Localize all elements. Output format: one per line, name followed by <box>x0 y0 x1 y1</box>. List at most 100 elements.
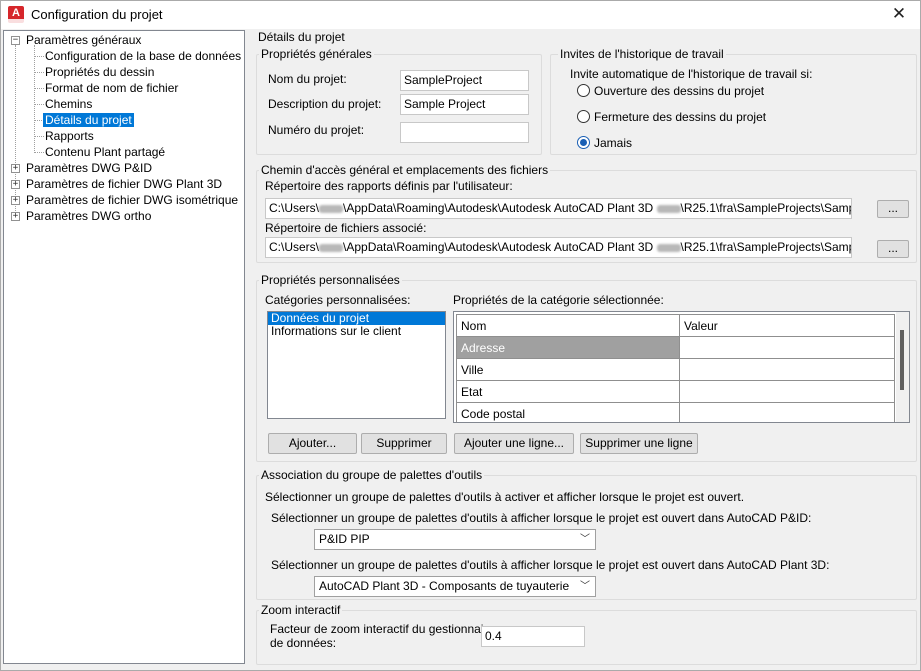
tree-item-format-nom-fichier[interactable]: Format de nom de fichier <box>45 80 178 96</box>
add-category-button[interactable]: Ajouter... <box>268 433 357 454</box>
properties-grid[interactable]: Nom Valeur Adresse Ville Etat Code posta… <box>453 311 910 423</box>
tree-item-parametres-generaux[interactable]: Paramètres généraux <box>26 32 141 48</box>
files-dir-field[interactable]: C:\Users\ \AppData\Roaming\Autodesk\Autod… <box>265 237 852 258</box>
tree-item-rapports[interactable]: Rapports <box>45 128 94 144</box>
plant-palette-select[interactable]: AutoCAD Plant 3D - Composants de tuyaute… <box>314 576 596 597</box>
tree-item-label: Configuration de la base de données <box>45 49 242 63</box>
settings-tree[interactable]: − Paramètres généraux Configuration de l… <box>3 30 245 664</box>
tree-item-label: Rapports <box>45 129 94 143</box>
path-part: \AppData\Roaming\Autodesk\Autodesk AutoC… <box>343 201 654 215</box>
tree-item-label: Paramètres de fichier DWG Plant 3D <box>26 177 223 191</box>
redacted-username <box>319 204 344 213</box>
zoom-factor-field[interactable]: 0.4 <box>481 626 585 647</box>
tree-item-label: Format de nom de fichier <box>45 81 179 95</box>
tool-palettes-intro: Sélectionner un groupe de palettes d'out… <box>265 490 745 504</box>
chevron-down-icon: ﹀ <box>580 534 590 545</box>
files-dir-label: Répertoire de fichiers associé: <box>265 221 427 235</box>
tree-item-dwg-iso[interactable]: Paramètres de fichier DWG isométrique <box>26 192 238 208</box>
project-number-field[interactable] <box>400 122 529 143</box>
category-props-label: Propriétés de la catégorie sélectionnée: <box>453 293 664 307</box>
pid-palette-value: P&ID PIP <box>319 532 370 546</box>
project-description-field[interactable]: Sample Project <box>400 94 529 115</box>
tree-item-label: Paramètres DWG ortho <box>26 209 152 223</box>
tree-item-details-projet[interactable]: Détails du projet <box>43 112 134 128</box>
paths-title: Chemin d'accès général et emplacements d… <box>259 163 551 177</box>
tree-item-contenu-plant[interactable]: Contenu Plant partagé <box>45 144 165 160</box>
path-part: C:\Users\ <box>269 201 320 215</box>
section-heading: Détails du projet <box>258 30 345 44</box>
table-row[interactable]: Code postal <box>456 402 895 422</box>
project-number-label: Numéro du projet: <box>268 123 365 137</box>
browse-reports-button[interactable]: ... <box>877 200 909 218</box>
reports-dir-label: Répertoire des rapports définis par l'ut… <box>265 179 513 193</box>
app-icon-letter: A <box>12 7 20 19</box>
vertical-scrollbar[interactable] <box>896 312 909 422</box>
project-name-field[interactable]: SampleProject <box>400 70 529 91</box>
grid-header: Nom Valeur <box>456 314 895 337</box>
pid-palette-select[interactable]: P&ID PIP ﹀ <box>314 529 596 550</box>
window-title: Configuration du projet <box>31 7 163 22</box>
close-button[interactable]: ✕ <box>888 4 910 24</box>
expand-icon[interactable]: + <box>11 196 20 205</box>
general-properties-title: Propriétés générales <box>259 47 374 61</box>
delete-category-button[interactable]: Supprimer <box>361 433 447 454</box>
radio-open-drawings-label: Ouverture des dessins du projet <box>594 84 765 98</box>
project-description-label: Description du projet: <box>268 97 382 111</box>
tree-item-dwg-pid[interactable]: Paramètres DWG P&ID <box>26 160 152 176</box>
list-item[interactable]: Informations sur le client <box>268 325 445 338</box>
tree-item-dwg-plant3d[interactable]: Paramètres de fichier DWG Plant 3D <box>26 176 222 192</box>
path-part: C:\Users\ <box>269 240 320 254</box>
expand-icon[interactable]: + <box>11 180 20 189</box>
zoom-group <box>256 610 917 665</box>
radio-open-drawings[interactable] <box>577 84 590 97</box>
table-row[interactable]: Adresse <box>456 336 895 359</box>
chevron-down-icon: ﹀ <box>580 581 590 592</box>
table-row[interactable]: Etat <box>456 380 895 403</box>
tree-item-label: Paramètres de fichier DWG isométrique <box>26 193 239 207</box>
radio-close-drawings-label: Fermeture des dessins du projet <box>594 110 767 124</box>
path-part: \R25.1\fra\SampleProjects\SampleProj <box>680 201 851 215</box>
tree-item-chemins[interactable]: Chemins <box>45 96 92 112</box>
reports-dir-field[interactable]: C:\Users\ \AppData\Roaming\Autodesk\Autod… <box>265 198 852 219</box>
path-part: \R25.1\fra\SampleProjects\SampleProj <box>680 240 851 254</box>
cell-name[interactable]: Code postal <box>456 402 680 422</box>
expand-icon[interactable]: + <box>11 212 20 221</box>
cell-name[interactable]: Etat <box>456 380 680 403</box>
add-row-button[interactable]: Ajouter une ligne... <box>454 433 574 454</box>
collapse-icon[interactable]: − <box>11 36 20 45</box>
cell-name[interactable]: Ville <box>456 358 680 381</box>
tree-item-base-de-donnees[interactable]: Configuration de la base de données <box>45 48 241 64</box>
tree-item-label: Paramètres généraux <box>26 33 142 47</box>
categories-list[interactable]: Données du projet Informations sur le cl… <box>267 311 446 419</box>
column-header-nom: Nom <box>456 314 680 337</box>
tree-item-label: Paramètres DWG P&ID <box>26 161 153 175</box>
cell-value[interactable] <box>679 358 895 381</box>
tree-item-label: Chemins <box>45 97 93 111</box>
history-title: Invites de l'historique de travail <box>558 47 726 61</box>
table-row[interactable]: Ville <box>456 358 895 381</box>
expand-icon[interactable]: + <box>11 164 20 173</box>
tree-item-dwg-ortho[interactable]: Paramètres DWG ortho <box>26 208 151 224</box>
tree-item-label: Contenu Plant partagé <box>45 145 166 159</box>
cell-value[interactable] <box>679 402 895 422</box>
tree-item-proprietes-dessin[interactable]: Propriétés du dessin <box>45 64 154 80</box>
cell-name[interactable]: Adresse <box>456 336 680 359</box>
close-icon: ✕ <box>891 4 907 23</box>
redacted-version <box>656 204 681 213</box>
autocad-plant-icon: A <box>8 6 24 23</box>
plant-palette-value: AutoCAD Plant 3D - Composants de tuyaute… <box>319 579 570 593</box>
tool-palettes-title: Association du groupe de palettes d'outi… <box>259 468 485 482</box>
project-name-label: Nom du projet: <box>268 72 347 86</box>
radio-never-label: Jamais <box>594 136 633 150</box>
history-prompt: Invite automatique de l'historique de tr… <box>570 67 813 81</box>
zoom-label-line2: de données: <box>270 636 337 650</box>
redacted-username <box>319 243 344 252</box>
radio-never[interactable] <box>577 136 590 149</box>
cell-value[interactable] <box>679 336 895 359</box>
title-bar: A Configuration du projet ✕ <box>1 1 920 29</box>
radio-close-drawings[interactable] <box>577 110 590 123</box>
cell-value[interactable] <box>679 380 895 403</box>
scrollbar-thumb[interactable] <box>900 330 904 390</box>
browse-files-button[interactable]: ... <box>877 240 909 258</box>
delete-row-button[interactable]: Supprimer une ligne <box>580 433 698 454</box>
